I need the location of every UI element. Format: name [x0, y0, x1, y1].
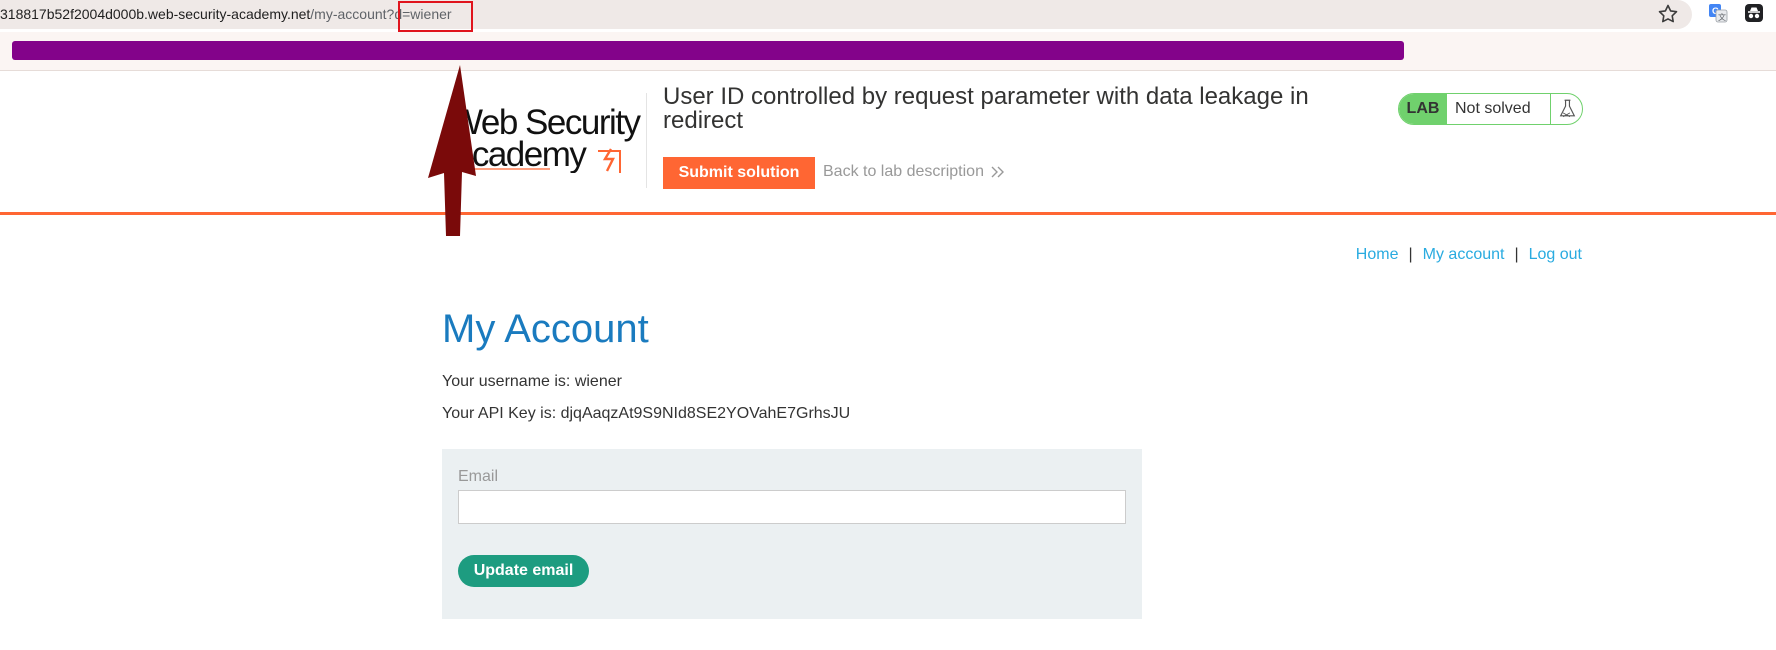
- url-path: /my-account?: [310, 6, 395, 22]
- top-nav: Home | My account | Log out: [1356, 246, 1582, 264]
- double-chevron-right-icon[interactable]: [990, 165, 1006, 179]
- update-email-form: Email Update email: [442, 449, 1142, 619]
- url-host: 318817b52f2004d000b.web-security-academy…: [0, 6, 311, 22]
- username-line: Your username is: wiener: [442, 373, 622, 390]
- update-email-button[interactable]: Update email: [458, 555, 589, 587]
- lab-header: Web Security Academy User ID controlled …: [0, 71, 1776, 215]
- nav-separator: |: [1408, 246, 1413, 263]
- url-text: 318817b52f2004d000b.web-security-academy…: [0, 6, 452, 22]
- lab-status-text: Not solved: [1455, 100, 1531, 117]
- submit-solution-button[interactable]: Submit solution: [663, 157, 815, 189]
- url-param-highlight-box: [398, 1, 473, 32]
- address-bar[interactable]: 318817b52f2004d000b.web-security-academy…: [0, 0, 1692, 29]
- lab-badge: LAB: [1399, 94, 1447, 124]
- header-divider: [646, 93, 647, 188]
- svg-text:文: 文: [1718, 12, 1726, 22]
- star-icon[interactable]: [1656, 2, 1680, 26]
- email-label: Email: [458, 468, 499, 485]
- nav-log-out-link[interactable]: Log out: [1529, 246, 1582, 263]
- flask-icon: [1550, 94, 1576, 124]
- browser-toolbar: 318817b52f2004d000b.web-security-academy…: [0, 0, 1776, 32]
- nav-separator: |: [1514, 246, 1519, 263]
- nav-my-account-link[interactable]: My account: [1423, 246, 1505, 263]
- annotation-arrow: [428, 65, 476, 236]
- api-key-line: Your API Key is: djqAaqzAt9S9NId8SE2YOVa…: [442, 405, 851, 422]
- email-input[interactable]: [458, 490, 1126, 524]
- page-title: My Account: [442, 307, 649, 351]
- incognito-extension-icon[interactable]: [1745, 4, 1763, 22]
- translate-extension-icon[interactable]: G 文: [1708, 3, 1728, 23]
- lab-title: User ID controlled by request parameter …: [663, 83, 1309, 134]
- back-to-lab-description-link[interactable]: Back to lab description: [823, 163, 984, 181]
- lab-status-widget: LAB Not solved: [1398, 93, 1583, 125]
- redaction-bar: [12, 41, 1404, 60]
- nav-home-link[interactable]: Home: [1356, 246, 1399, 263]
- bookmarks-bar: [0, 32, 1776, 71]
